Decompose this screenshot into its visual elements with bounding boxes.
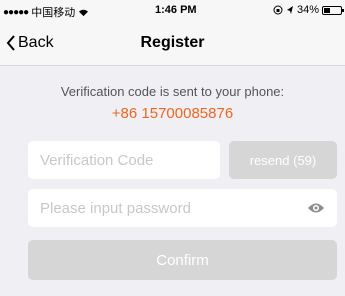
page-title: Register (140, 34, 205, 51)
status-time: 1:46 PM (155, 4, 197, 16)
signal-strength-icon: ●●●●● (3, 6, 29, 18)
location-icon (286, 6, 293, 14)
verification-code-placeholder: Verification Code (40, 151, 154, 169)
eye-icon[interactable] (307, 201, 325, 215)
wifi-icon (79, 9, 89, 16)
status-right: 34% (273, 4, 344, 16)
status-left: ●●●●● 中国移动 (3, 4, 89, 20)
confirm-button[interactable]: Confirm (28, 240, 337, 280)
battery-fill (324, 7, 331, 13)
password-input[interactable]: Please input password (28, 189, 337, 227)
verification-code-input[interactable]: Verification Code (28, 141, 220, 179)
status-bar: ●●●●● 中国移动 1:46 PM 34% (0, 0, 345, 22)
battery-percent: 34% (296, 4, 319, 16)
verification-info: Verification code is sent to your phone: (60, 84, 285, 99)
orientation-lock-icon (273, 5, 283, 15)
battery-nub (342, 8, 344, 12)
carrier-name: 中国移动 (31, 7, 76, 19)
resend-button[interactable]: resend (59) (229, 141, 337, 179)
phone-number: +86 15700085876 (111, 105, 234, 122)
password-placeholder: Please input password (40, 199, 191, 217)
battery-icon (322, 5, 344, 15)
navigation-bar: Back Register (0, 22, 345, 66)
